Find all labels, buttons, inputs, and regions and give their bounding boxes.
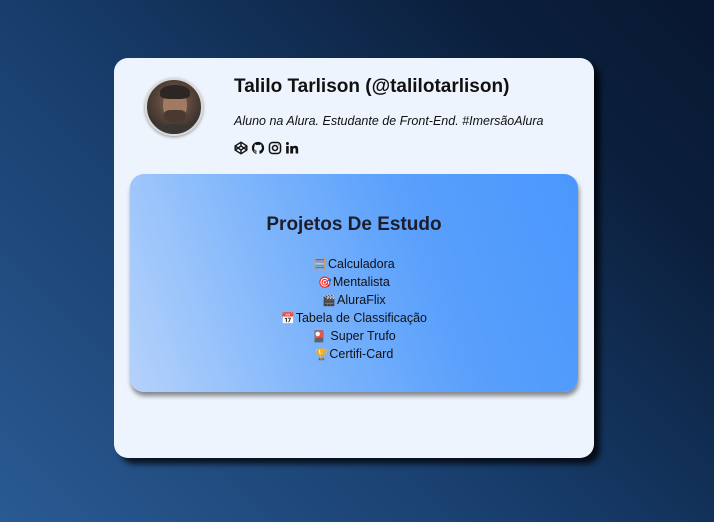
avatar — [145, 78, 203, 136]
project-link-aluraflix[interactable]: 🎬AluraFlix — [130, 292, 578, 310]
profile-card: Talilo Tarlison (@talilotarlison) Aluno … — [114, 58, 594, 458]
calendar-icon: 📅 — [280, 313, 295, 325]
instagram-icon[interactable] — [267, 140, 282, 155]
profile-bio: Aluno na Alura. Estudante de Front-End. … — [234, 114, 544, 128]
github-icon[interactable] — [250, 140, 265, 155]
codepen-icon[interactable] — [233, 140, 248, 155]
projects-list: 🧮Calculadora 🎯Mentalista 🎬AluraFlix 📅Tab… — [130, 256, 578, 364]
projects-panel: Projetos De Estudo 🧮Calculadora 🎯Mentali… — [130, 174, 578, 392]
project-link-tabela[interactable]: 📅Tabela de Classificação — [130, 310, 578, 328]
project-label: Tabela de Classificação — [295, 311, 428, 325]
calculator-icon: 🧮 — [313, 259, 327, 271]
trophy-icon: 🏆 — [314, 349, 329, 361]
project-label: Super Trufo — [326, 329, 396, 343]
social-links — [233, 140, 299, 155]
project-label: AluraFlix — [337, 293, 386, 307]
profile-name: Talilo Tarlison (@talilotarlison) — [234, 76, 510, 97]
clapperboard-icon: 🎬 — [322, 295, 337, 307]
project-label: Calculadora — [327, 257, 395, 271]
project-label: Certifi-Card — [329, 347, 394, 361]
projects-title: Projetos De Estudo — [266, 214, 442, 235]
cards-icon: 🎴 — [312, 331, 326, 343]
linkedin-icon[interactable] — [284, 140, 299, 155]
project-link-mentalista[interactable]: 🎯Mentalista — [130, 274, 578, 292]
project-link-super-trufo[interactable]: 🎴 Super Trufo — [130, 328, 578, 346]
project-label: Mentalista — [332, 275, 390, 289]
project-link-calculadora[interactable]: 🧮Calculadora — [130, 256, 578, 274]
target-icon: 🎯 — [318, 277, 332, 289]
project-link-certifi-card[interactable]: 🏆Certifi-Card — [130, 346, 578, 364]
